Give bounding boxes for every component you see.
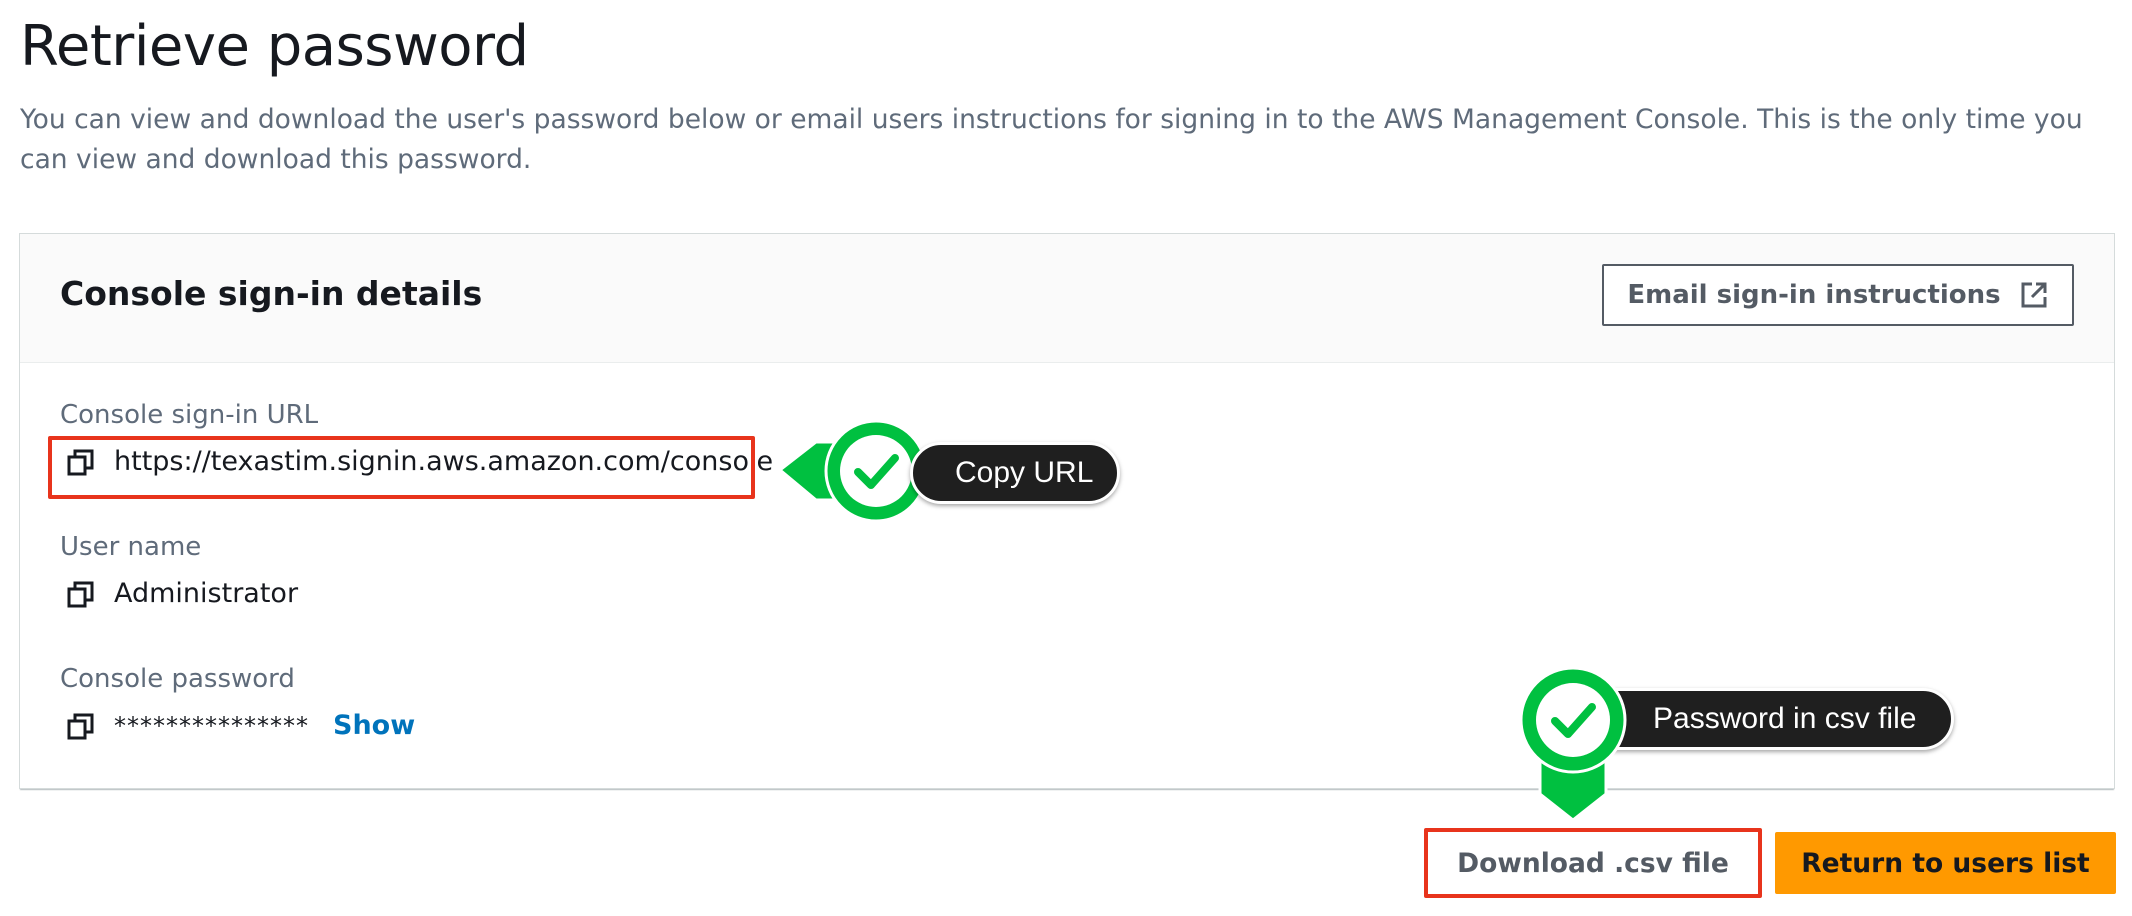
copy-url-callout-text: Copy URL: [955, 456, 1094, 489]
copy-url-callout: Copy URL: [910, 442, 1120, 504]
console-sign-in-url-label: Console sign-in URL: [60, 400, 319, 430]
panel-title: Console sign-in details: [60, 274, 483, 313]
console-password-label: Console password: [60, 664, 295, 694]
page-description: You can view and download the user's pas…: [20, 104, 2083, 175]
email-sign-in-instructions-label: Email sign-in instructions: [1627, 280, 2001, 310]
page-title: Retrieve password: [20, 14, 529, 79]
copy-icon[interactable]: [66, 711, 96, 741]
email-sign-in-instructions-button[interactable]: Email sign-in instructions: [1602, 264, 2074, 326]
password-csv-callout-text: Password in csv file: [1653, 702, 1917, 735]
user-name-row: Administrator: [66, 578, 298, 609]
return-to-users-list-label: Return to users list: [1801, 847, 2090, 879]
password-csv-callout-marker: [1519, 666, 1627, 822]
console-password-value: ***************: [114, 711, 309, 740]
user-name-value: Administrator: [114, 578, 299, 609]
copy-icon[interactable]: [66, 579, 96, 609]
return-to-users-list-button[interactable]: Return to users list: [1775, 832, 2116, 894]
download-highlight-box: [1424, 828, 1762, 898]
show-password-link[interactable]: Show: [333, 710, 415, 741]
panel-header: Console sign-in details Email sign-in in…: [20, 234, 2114, 363]
url-highlight-box: [48, 436, 755, 499]
external-link-icon: [2021, 282, 2047, 308]
user-name-label: User name: [60, 532, 202, 562]
console-password-row: *************** Show: [66, 710, 415, 741]
